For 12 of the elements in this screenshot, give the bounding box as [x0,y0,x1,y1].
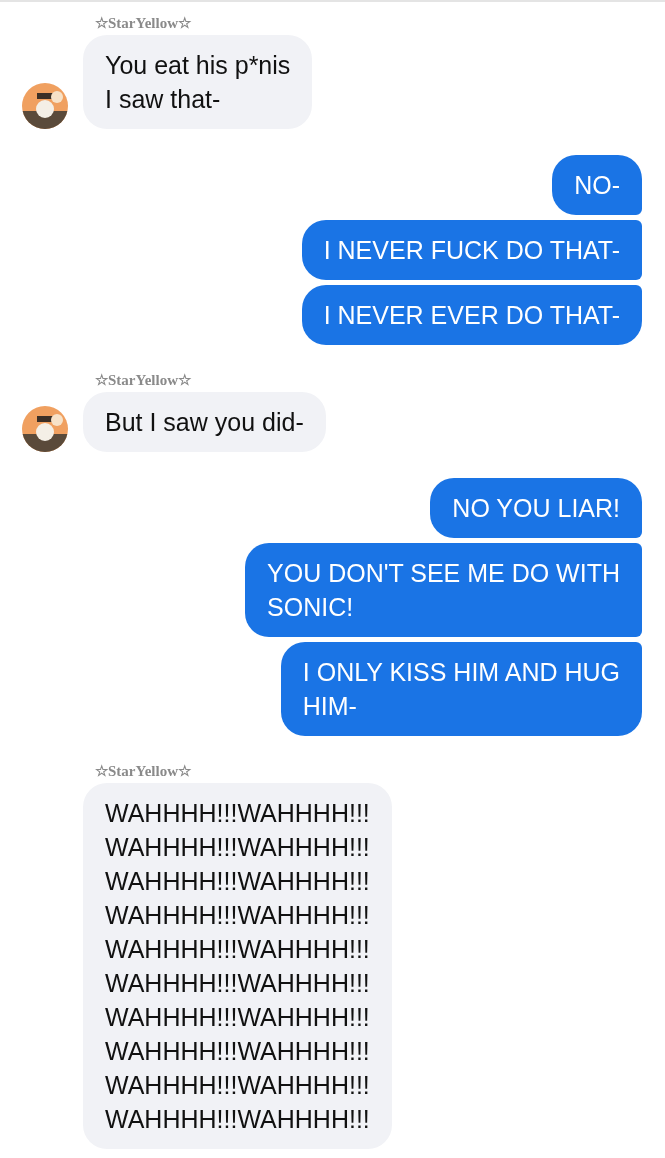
message-bubble: NO YOU LIAR! [430,478,642,538]
message-bubble: You eat his p*nis I saw that- [83,35,313,129]
message-bubble: I NEVER FUCK DO THAT- [301,220,642,280]
message-bubble: WAHHHH!!!WAHHHH!!! WAHHHH!!!WAHHHH!!! WAHHHH!!!WAHHHH!!! WAHHHH!!!WAHHHH!!! WAHHHH!!!WAHHHH!!! WAHHHH!!!WAHHHH!!! WAHHHH!!!WAHHHH!!! WAHHHH!!!WAHHHH!!! WAHHHH!!!WAHHHH!!! WAHHHH!!!WAHHHH!!! [83,783,392,1149]
message-bubble: YOU DON'T SEE ME DO WITH SONIC! [245,543,642,637]
sender-name: ☆StarYellow☆ [95,371,192,389]
message-bubble: I ONLY KISS HIM AND HUG HIM- [280,642,642,736]
message-bubble: But I saw you did- [83,392,326,452]
message-bubble: I NEVER EVER DO THAT- [301,285,642,345]
sender-name: ☆StarYellow☆ [95,14,192,32]
message-bubble: NO- [552,155,642,215]
sender-name: ☆StarYellow☆ [95,762,192,780]
